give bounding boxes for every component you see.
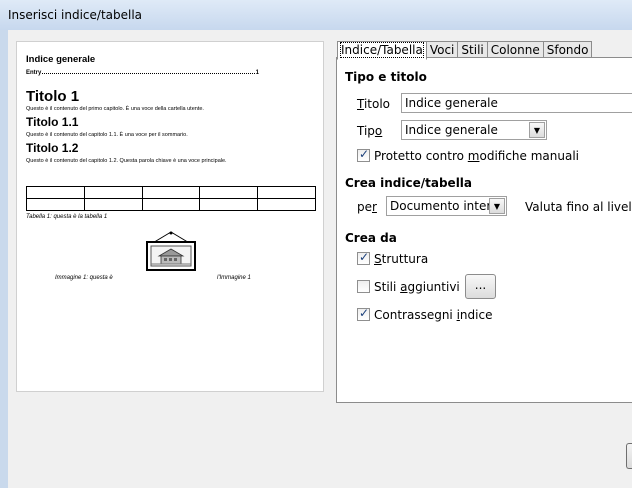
preview-h1: Titolo 1 bbox=[26, 88, 80, 105]
preview-h12: Titolo 1.2 bbox=[26, 141, 79, 155]
title-field[interactable]: Indice generale bbox=[401, 93, 632, 113]
for-label: per bbox=[357, 200, 377, 214]
protected-checkbox[interactable]: ✓ bbox=[357, 147, 370, 162]
preview-pane: Indice generale Entry 1 Titolo 1 Questo … bbox=[16, 41, 324, 392]
preview-h1-text: Questo è il contenuto del primo capitolo… bbox=[26, 106, 204, 112]
preview-entry-page: 1 bbox=[255, 70, 259, 76]
type-label: Tipo bbox=[357, 124, 383, 138]
preview-entry-text: Entry bbox=[26, 70, 42, 76]
preview-h11-text: Questo è il contenuto del capitolo 1.1. … bbox=[26, 132, 188, 138]
picture-frame-icon bbox=[146, 231, 196, 271]
checkmark-icon: ✓ bbox=[359, 147, 370, 161]
for-select-value: Documento intero bbox=[390, 199, 499, 213]
title-bar: Inserisci indice/tabella bbox=[0, 0, 632, 30]
type-title-section-heading: Tipo e titolo bbox=[345, 70, 427, 84]
tab-panel: Tipo e titolo Titolo Indice generale Tip… bbox=[336, 57, 632, 403]
tab-index-table-label: Indice/Tabella bbox=[340, 42, 424, 58]
preview-table bbox=[26, 186, 316, 211]
title-label: Titolo bbox=[357, 97, 391, 111]
preview-h12-text: Questo è il contenuto del capitolo 1.2. … bbox=[26, 158, 227, 164]
checkmark-icon: ✓ bbox=[359, 250, 370, 264]
protected-label: Protetto contro modifiche manuali bbox=[374, 149, 580, 163]
chevron-down-icon[interactable]: ▼ bbox=[529, 122, 545, 138]
window-title: Inserisci indice/tabella bbox=[8, 8, 143, 22]
preview-entry-dots bbox=[42, 70, 255, 74]
create-from-section-heading: Crea da bbox=[345, 231, 397, 245]
extra-styles-checkbox[interactable] bbox=[357, 280, 370, 293]
type-select[interactable]: Indice generale ▼ bbox=[401, 120, 547, 140]
for-select[interactable]: Documento intero ▼ bbox=[386, 196, 507, 216]
chevron-down-icon[interactable]: ▼ bbox=[489, 198, 505, 214]
index-marks-label: Contrassegni indice bbox=[374, 308, 493, 322]
tab-index-table[interactable]: Indice/Tabella bbox=[337, 41, 427, 60]
preview-h11: Titolo 1.1 bbox=[26, 115, 79, 129]
preview-entry-row: Entry 1 bbox=[26, 70, 259, 76]
structure-label: Struttura bbox=[374, 252, 429, 266]
create-section-heading: Crea indice/tabella bbox=[345, 176, 473, 190]
ok-button[interactable] bbox=[626, 443, 632, 469]
preview-image-caption-right: l'Immagine 1 bbox=[217, 275, 251, 281]
extra-styles-button[interactable]: ... bbox=[465, 274, 496, 299]
preview-index-heading: Indice generale bbox=[26, 54, 96, 65]
dialog-client: Indice generale Entry 1 Titolo 1 Questo … bbox=[8, 30, 632, 488]
type-select-value: Indice generale bbox=[405, 123, 498, 137]
checkmark-icon: ✓ bbox=[359, 306, 370, 320]
eval-level-label: Valuta fino al livello bbox=[525, 200, 632, 214]
index-marks-checkbox[interactable]: ✓ bbox=[357, 306, 370, 321]
structure-checkbox[interactable]: ✓ bbox=[357, 250, 370, 265]
extra-styles-label: Stili aggiuntivi bbox=[374, 280, 460, 294]
preview-image-caption-left: Immagine 1: questa è bbox=[55, 275, 113, 281]
preview-table-caption: Tabella 1: questa è la tabella 1 bbox=[26, 214, 108, 220]
